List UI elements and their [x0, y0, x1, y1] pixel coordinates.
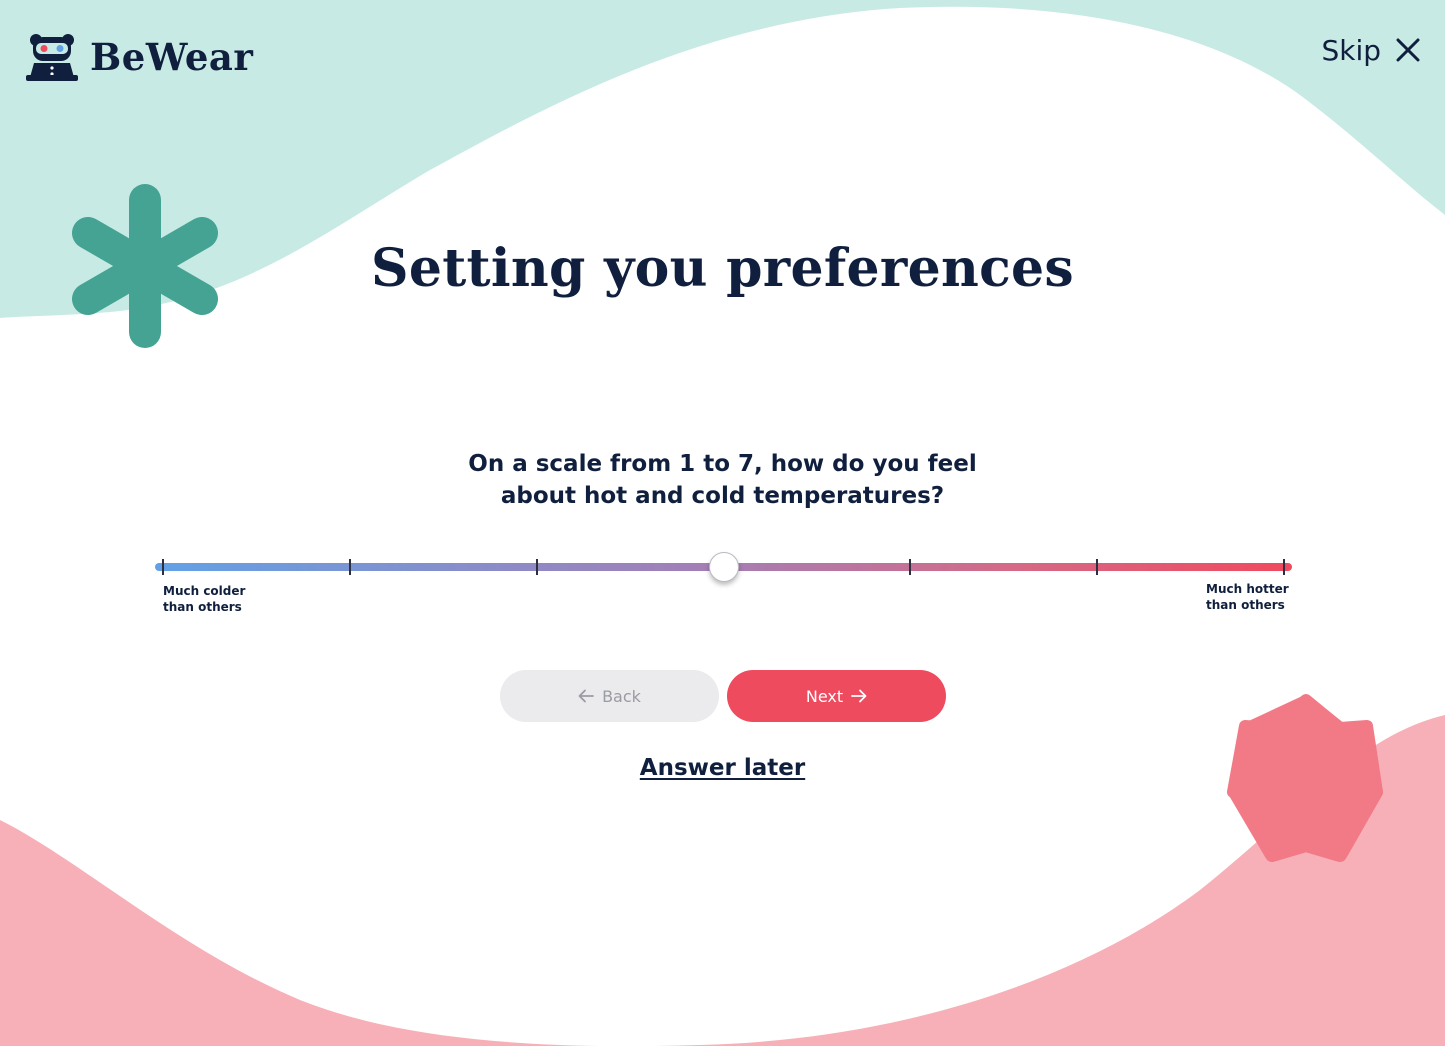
next-button[interactable]: Next — [727, 670, 946, 722]
slider-tick-7[interactable] — [1283, 559, 1285, 575]
slider-tick-1[interactable] — [162, 559, 164, 575]
brand-logo[interactable]: BeWear — [26, 32, 253, 82]
slider-min-label: Much colder than others — [163, 583, 245, 615]
slider-max-label: Much hotter than others — [1206, 581, 1289, 613]
answer-later-link[interactable]: Answer later — [640, 755, 805, 781]
slider-tick-2[interactable] — [348, 559, 351, 575]
slider-max-label-line-2: than others — [1206, 598, 1285, 612]
background-waves — [0, 0, 1445, 1046]
question-text: On a scale from 1 to 7, how do you feel … — [0, 448, 1445, 512]
slider-tick-3[interactable] — [535, 559, 538, 575]
back-button-label: Back — [602, 686, 641, 706]
arrow-right-icon — [851, 689, 867, 703]
slider-min-label-line-2: than others — [163, 600, 242, 614]
next-button-label: Next — [805, 686, 844, 706]
close-icon — [1396, 38, 1420, 62]
answer-later-container: Answer later — [0, 755, 1445, 781]
slider-tick-5[interactable] — [909, 559, 912, 575]
bear-with-goggles-icon — [26, 34, 78, 81]
skip-label: Skip — [1321, 33, 1381, 67]
slider-max-label-line-1: Much hotter — [1206, 582, 1289, 596]
back-button[interactable]: Back — [500, 670, 719, 722]
onboarding-screen: BeWear Skip Setting you preferences On a… — [0, 0, 1445, 1046]
question-line-1: On a scale from 1 to 7, how do you feel — [468, 451, 977, 477]
skip-button[interactable]: Skip — [1321, 30, 1421, 70]
brand-name: BeWear — [90, 35, 254, 79]
temperature-scale-slider[interactable] — [155, 552, 1292, 582]
slider-tick-6[interactable] — [1096, 559, 1099, 575]
page-title: Setting you preferences — [370, 238, 1074, 299]
question-line-2: about hot and cold temperatures? — [500, 483, 945, 509]
arrow-left-icon — [578, 689, 594, 703]
slider-min-label-line-1: Much colder — [163, 584, 246, 598]
slider-thumb[interactable] — [708, 552, 739, 582]
